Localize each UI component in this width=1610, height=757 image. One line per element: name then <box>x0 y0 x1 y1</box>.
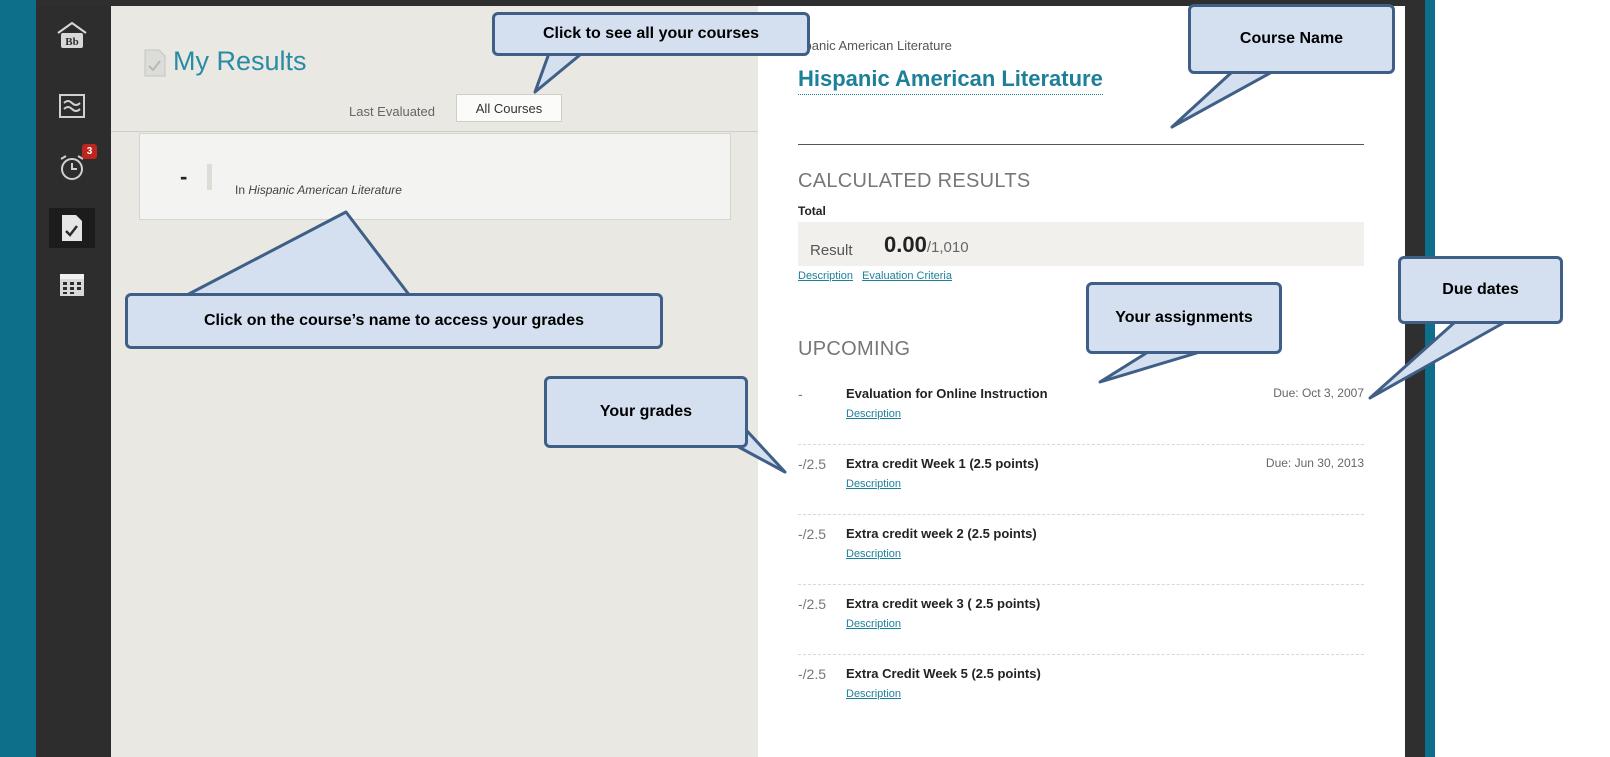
upcoming-item: - Evaluation for Online Instruction Desc… <box>798 376 1364 445</box>
item-grade: -/2.5 <box>798 526 827 542</box>
upcoming-item: -/2.5 Extra credit Week 1 (2.5 points) D… <box>798 446 1364 515</box>
item-grade: -/2.5 <box>798 456 827 472</box>
callout-due-dates: Due dates <box>1398 256 1563 324</box>
stream-icon <box>59 94 85 118</box>
sidebar: Bb 3 <box>36 6 111 757</box>
frame-right-edge <box>1425 0 1435 757</box>
course-results-panel: spanic American Literature Hispanic Amer… <box>758 6 1405 757</box>
notification-badge: 3 <box>82 144 97 159</box>
upcoming-heading: UPCOMING <box>798 338 911 360</box>
svg-text:Bb: Bb <box>65 36 78 48</box>
callout-course-name: Course Name <box>1188 4 1395 74</box>
divider <box>798 144 1364 145</box>
item-grade: -/2.5 <box>798 666 827 682</box>
item-name: Extra credit week 3 ( 2.5 points) <box>846 596 1041 611</box>
result-row: Result 0.00/1,010 <box>798 222 1364 266</box>
page-title: My Results <box>173 46 307 76</box>
item-grade: -/2.5 <box>798 596 827 612</box>
all-courses-button[interactable]: All Courses <box>456 94 562 122</box>
evaluation-criteria-link[interactable]: Evaluation Criteria <box>862 270 952 282</box>
item-name: Extra Credit Week 5 (2.5 points) <box>846 666 1041 681</box>
grades-icon <box>62 215 82 241</box>
item-description-link[interactable]: Description <box>846 548 901 560</box>
sidebar-item-grades[interactable] <box>49 208 95 248</box>
course-card-name[interactable]: Hispanic American Literature <box>248 183 402 197</box>
item-grade: - <box>798 386 803 402</box>
item-name: Evaluation for Online Instruction <box>846 386 1048 401</box>
result-links: Description Evaluation Criteria <box>798 270 958 282</box>
item-description-link[interactable]: Description <box>846 408 901 420</box>
sort-last-evaluated[interactable]: Last Evaluated <box>349 104 435 119</box>
result-value: 0.00/1,010 <box>884 232 969 257</box>
item-description-link[interactable]: Description <box>846 618 901 630</box>
callout-click-course: Click on the course’s name to access you… <box>125 293 663 349</box>
item-description-link[interactable]: Description <box>846 478 901 490</box>
item-due-date: Due: Oct 3, 2007 <box>1273 386 1364 400</box>
divider <box>111 131 758 132</box>
course-card-label: In Hispanic American Literature <box>235 183 402 197</box>
result-label: Result <box>810 242 853 259</box>
course-card[interactable]: - In Hispanic American Literature <box>139 133 731 220</box>
upcoming-item: -/2.5 Extra credit week 2 (2.5 points) D… <box>798 516 1364 585</box>
upcoming-item: -/2.5 Extra credit week 3 ( 2.5 points) … <box>798 586 1364 655</box>
description-link[interactable]: Description <box>798 270 853 282</box>
callout-grades: Your grades <box>544 376 748 448</box>
callout-assignments: Your assignments <box>1086 282 1282 354</box>
item-name: Extra credit Week 1 (2.5 points) <box>846 456 1039 471</box>
item-name: Extra credit week 2 (2.5 points) <box>846 526 1037 541</box>
callout-all-courses: Click to see all your courses <box>492 12 810 56</box>
sidebar-item-stream[interactable] <box>49 86 95 126</box>
item-description-link[interactable]: Description <box>846 688 901 700</box>
sidebar-item-due-dates[interactable]: 3 <box>49 144 97 188</box>
grades-page-icon <box>144 49 166 77</box>
grade-bar <box>207 164 212 190</box>
calculated-results-heading: CALCULATED RESULTS <box>798 170 1031 192</box>
item-due-date: Due: Jun 30, 2013 <box>1265 456 1364 470</box>
frame-right-dark <box>1405 0 1425 757</box>
sidebar-item-calendar[interactable] <box>49 264 95 304</box>
total-label: Total <box>798 204 826 218</box>
upcoming-item: -/2.5 Extra Credit Week 5 (2.5 points) D… <box>798 656 1364 724</box>
frame-left-edge <box>0 0 36 757</box>
course-name-link[interactable]: Hispanic American Literature <box>798 66 1103 95</box>
breadcrumb: spanic American Literature <box>798 38 952 53</box>
calendar-icon <box>60 274 84 296</box>
sidebar-item-home[interactable]: Bb <box>49 16 95 56</box>
course-grade: - <box>180 164 188 189</box>
blackboard-home-icon: Bb <box>57 21 87 48</box>
